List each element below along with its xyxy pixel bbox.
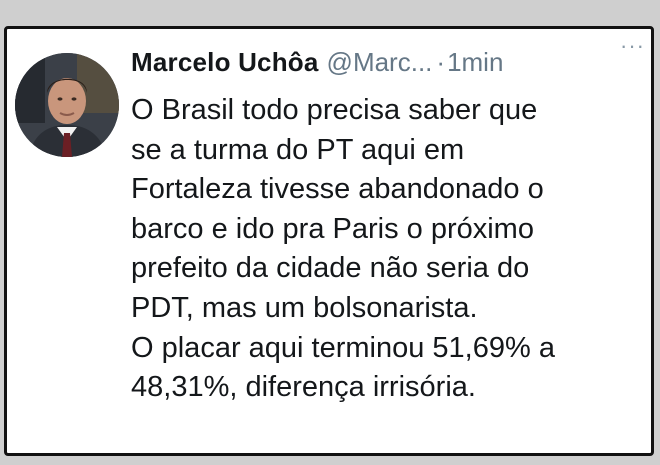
author-name[interactable]: Marcelo Uchôa [131, 47, 319, 78]
tweet-header: Marcelo Uchôa @Marc... · 1min [131, 47, 651, 87]
tweet-text-line: se a turma do PT aqui em [131, 133, 465, 166]
tweet-text-line: Fortaleza tivesse abandonado o [131, 173, 544, 206]
tweet-card[interactable]: Marcelo Uchôa @Marc... · 1min ··· O Bras… [4, 26, 654, 456]
avatar[interactable] [15, 53, 119, 157]
tweet-text-line: prefeito da cidade não seria do [131, 252, 530, 285]
tweet-text-line: O placar aqui terminou 51,69% a [131, 331, 555, 364]
separator-dot: · [436, 47, 446, 77]
tweet-timestamp[interactable]: 1min [447, 47, 503, 78]
tweet-text-line: barco e ido pra Paris o próximo [131, 212, 534, 245]
more-options-icon[interactable]: ··· [620, 33, 645, 59]
avatar-photo [15, 53, 119, 157]
tweet-text-line: PDT, mas um bolsonarista. [131, 291, 478, 324]
tweet-text: O Brasil todo precisa saber que se a tur… [131, 91, 651, 408]
author-handle[interactable]: @Marc... [327, 47, 433, 78]
tweet-text-line: O Brasil todo precisa saber que [131, 94, 538, 126]
screenshot-frame: Marcelo Uchôa @Marc... · 1min ··· O Bras… [0, 0, 660, 465]
tweet-text-line: 48,31%, diferença irrisória. [131, 371, 476, 404]
